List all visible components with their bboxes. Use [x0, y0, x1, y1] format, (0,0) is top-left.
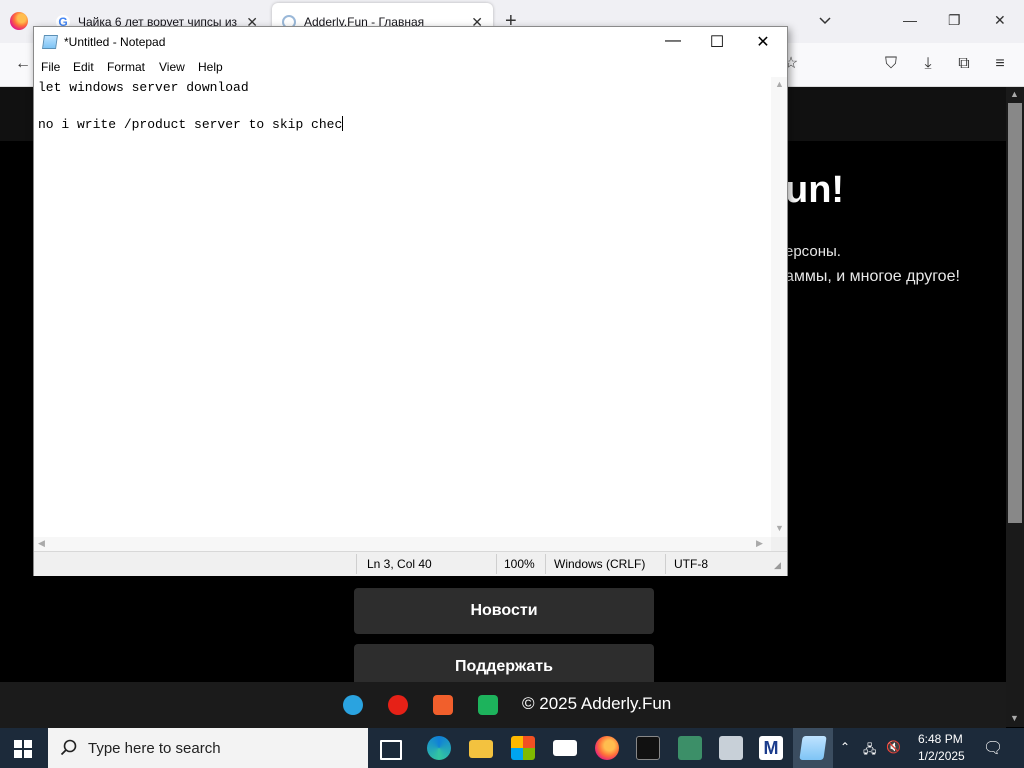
notepad-icon[interactable]	[799, 736, 827, 760]
scrollbar-thumb[interactable]	[1008, 103, 1022, 523]
taskbar: Type here to search M ⌃ 🖧 🔇 6:48 PM 1/2/…	[0, 728, 1024, 768]
mail-icon[interactable]	[553, 740, 577, 756]
notifications-icon[interactable]: 🗨	[983, 738, 1003, 758]
menu-help[interactable]: Help	[198, 60, 223, 74]
text-editor[interactable]: let windows server download no i write /…	[34, 77, 771, 537]
resize-grip-icon[interactable]: ◢	[774, 560, 781, 571]
hero-subtitle-2: аммы, и многое другое!	[785, 268, 960, 285]
windows-start-icon[interactable]	[14, 740, 32, 758]
scroll-down-icon[interactable]: ▼	[1010, 713, 1019, 723]
text-line-current: no i write /product server to skip chec	[38, 116, 344, 132]
site-footer: © 2025 Adderly.Fun	[0, 682, 1006, 728]
tray-chevron-icon[interactable]: ⌃	[840, 740, 850, 754]
taskbar-search[interactable]: Type here to search	[48, 728, 368, 768]
search-placeholder: Type here to search	[88, 740, 221, 757]
status-divider	[496, 554, 497, 574]
maximize-icon[interactable]: ☐	[702, 32, 732, 52]
vk-play-icon[interactable]	[478, 695, 498, 715]
youtube-icon[interactable]	[388, 695, 408, 715]
notepad-title-bar[interactable]: *Untitled - Notepad — ☐ ✕	[34, 27, 787, 57]
file-explorer-icon[interactable]	[469, 740, 493, 758]
clock-date[interactable]: 1/2/2025	[918, 749, 965, 763]
clock-time[interactable]: 6:48 PM	[918, 732, 963, 746]
horizontal-scrollbar[interactable]: ◀ ▶	[34, 537, 771, 551]
scroll-up-icon[interactable]: ▲	[1010, 89, 1019, 99]
search-icon	[60, 739, 77, 756]
restore-browser-icon[interactable]: ❐	[948, 12, 961, 29]
task-view-icon[interactable]	[380, 740, 402, 760]
minimize-browser-icon[interactable]: —	[903, 12, 917, 28]
firefox-logo-icon	[10, 12, 28, 30]
encoding: UTF-8	[674, 557, 708, 571]
telegram-icon[interactable]	[343, 695, 363, 715]
network-app-icon[interactable]	[719, 736, 743, 760]
status-divider	[545, 554, 546, 574]
chevron-down-icon[interactable]	[817, 12, 833, 28]
text-line-content: no i write /product server to skip chec	[38, 117, 343, 132]
menu-file[interactable]: File	[41, 60, 60, 74]
menu-format[interactable]: Format	[107, 60, 145, 74]
close-icon[interactable]: ✕	[748, 32, 778, 52]
text-line: let windows server download	[38, 80, 249, 95]
network-icon[interactable]: 🖧	[863, 740, 876, 761]
close-browser-icon[interactable]: ✕	[994, 12, 1006, 29]
extensions-icon[interactable]: ⧉	[953, 53, 975, 75]
store-icon[interactable]	[511, 736, 535, 760]
menu-edit[interactable]: Edit	[73, 60, 94, 74]
page-scrollbar[interactable]: ▲ ▼	[1006, 87, 1024, 727]
hero-subtitle-1: ерсоны.	[785, 243, 841, 260]
scroll-up-icon[interactable]: ▲	[775, 79, 784, 89]
malwarebytes-icon[interactable]: M	[759, 736, 783, 760]
minimize-icon[interactable]: —	[658, 32, 688, 50]
scrollbar-corner	[771, 537, 787, 551]
volume-muted-icon[interactable]: 🔇	[886, 740, 901, 754]
boosty-icon[interactable]	[433, 695, 453, 715]
scroll-left-icon[interactable]: ◀	[38, 538, 45, 549]
text-caret	[342, 116, 344, 131]
zoom-level: 100%	[504, 557, 535, 571]
back-icon[interactable]: ←	[12, 53, 34, 75]
window-title: *Untitled - Notepad	[64, 35, 166, 49]
news-button[interactable]: Новости	[354, 588, 654, 634]
edge-icon[interactable]	[427, 736, 451, 760]
status-bar: Ln 3, Col 40 100% Windows (CRLF) UTF-8 ◢	[34, 551, 787, 576]
terminal-icon[interactable]	[636, 736, 660, 760]
notepad-icon	[42, 35, 58, 49]
menu-view[interactable]: View	[159, 60, 185, 74]
download-icon[interactable]: ⤓	[917, 53, 939, 75]
menu-icon[interactable]: ≡	[989, 53, 1011, 75]
menu-bar: File Edit Format View Help	[34, 57, 787, 77]
status-divider	[665, 554, 666, 574]
hero-title: un!	[785, 169, 845, 211]
firefox-icon[interactable]	[595, 736, 619, 760]
line-endings: Windows (CRLF)	[554, 557, 646, 571]
notepad-window: *Untitled - Notepad — ☐ ✕ File Edit Form…	[33, 26, 788, 576]
vertical-scrollbar[interactable]: ▲ ▼	[771, 77, 787, 537]
scroll-down-icon[interactable]: ▼	[775, 523, 784, 533]
app-icon[interactable]	[678, 736, 702, 760]
footer-copyright: © 2025 Adderly.Fun	[522, 694, 672, 713]
cursor-position: Ln 3, Col 40	[367, 557, 432, 571]
pocket-icon[interactable]: ⛉	[880, 53, 902, 75]
status-divider	[356, 554, 357, 574]
scroll-right-icon[interactable]: ▶	[756, 538, 763, 549]
